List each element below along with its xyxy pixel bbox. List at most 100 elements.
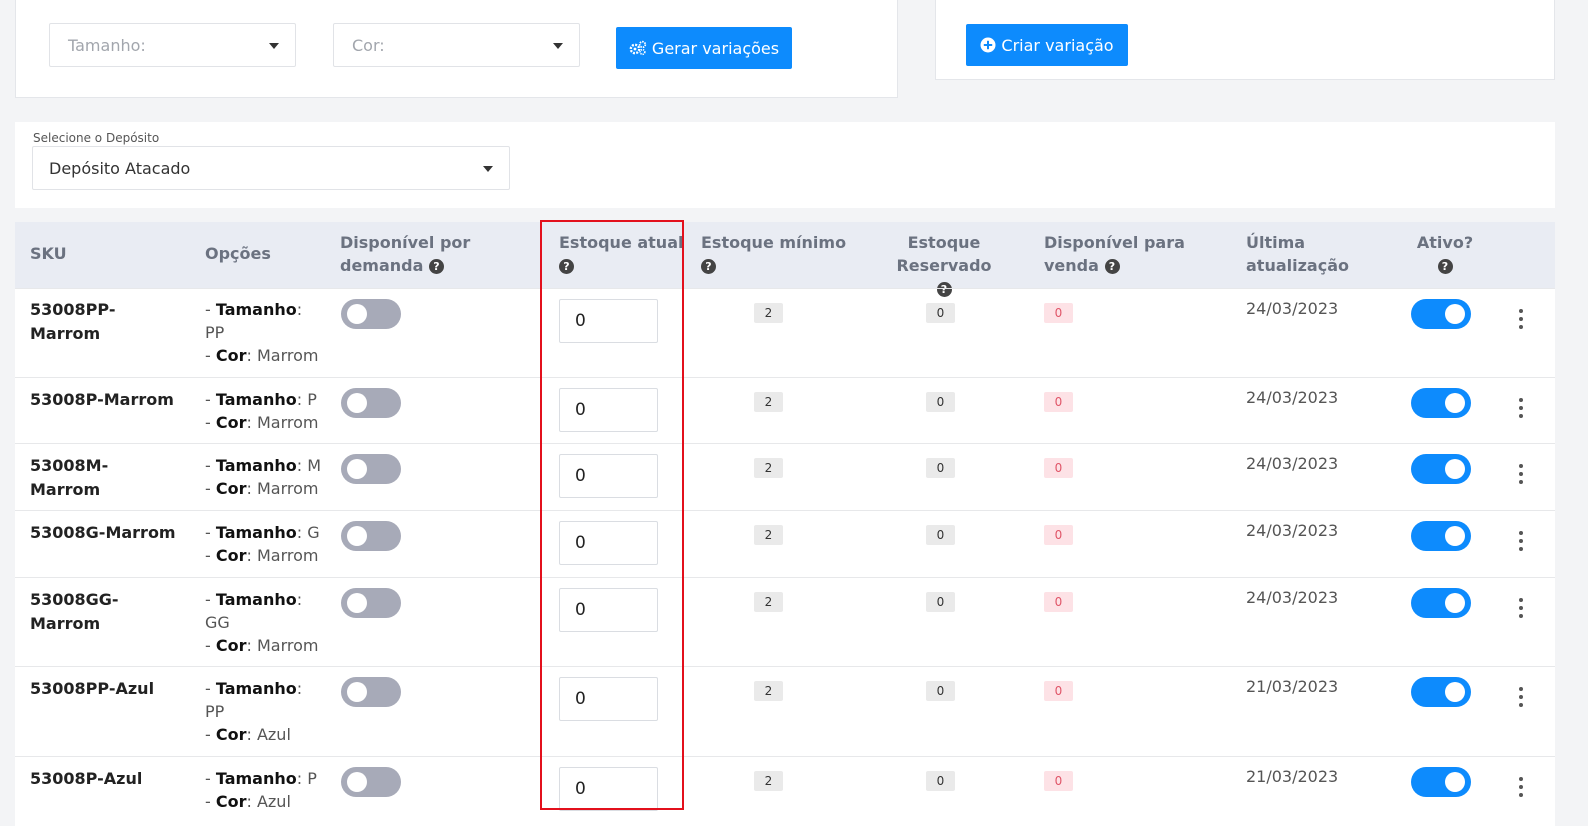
- last-update-date: 24/03/2023: [1246, 454, 1339, 473]
- current-stock-input[interactable]: [559, 521, 658, 565]
- size-select[interactable]: Tamanho:: [49, 23, 296, 67]
- on-demand-toggle[interactable]: [341, 677, 401, 707]
- available-badge: 0: [1044, 681, 1073, 701]
- create-variation-button[interactable]: Criar variação: [966, 24, 1128, 66]
- on-demand-toggle[interactable]: [341, 767, 401, 797]
- options-cell: - Tamanho: P- Cor: Marrom: [205, 390, 319, 432]
- min-stock-badge: 2: [754, 771, 783, 791]
- last-update-date: 24/03/2023: [1246, 521, 1339, 540]
- min-stock-badge: 2: [754, 392, 783, 412]
- min-stock-badge: 2: [754, 681, 783, 701]
- size-select-placeholder: Tamanho:: [68, 36, 146, 55]
- active-toggle[interactable]: [1411, 388, 1471, 418]
- on-demand-toggle[interactable]: [341, 521, 401, 551]
- reserved-stock-badge: 0: [926, 458, 955, 478]
- on-demand-toggle[interactable]: [341, 299, 401, 329]
- more-vertical-icon[interactable]: [1517, 309, 1525, 333]
- min-stock-badge: 2: [754, 525, 783, 545]
- active-toggle[interactable]: [1411, 299, 1471, 329]
- current-stock-input[interactable]: [559, 388, 658, 432]
- header-min-stock: Estoque mínimo ?: [701, 233, 847, 274]
- deposit-select-value: Depósito Atacado: [49, 159, 191, 178]
- deposit-label: Selecione o Depósito: [33, 131, 160, 145]
- options-cell: - Tamanho: PP - Cor: Marrom: [205, 300, 319, 365]
- more-vertical-icon[interactable]: [1517, 464, 1525, 488]
- header-active: Ativo? ?: [1416, 233, 1474, 274]
- reserved-stock-badge: 0: [926, 681, 955, 701]
- options-cell: - Tamanho: M- Cor: Marrom: [205, 456, 322, 498]
- reserved-stock-badge: 0: [926, 392, 955, 412]
- current-stock-input[interactable]: [559, 454, 658, 498]
- caret-down-icon: [553, 43, 563, 49]
- table-row: 53008M- Marrom - Tamanho: M- Cor: Marrom …: [15, 443, 1555, 510]
- create-variation-label: Criar variação: [1001, 35, 1114, 55]
- last-update-date: 24/03/2023: [1246, 588, 1339, 607]
- min-stock-badge: 2: [754, 458, 783, 478]
- sku-cell: 53008P-Azul: [30, 769, 143, 788]
- current-stock-input[interactable]: [559, 677, 658, 721]
- color-select-placeholder: Cor:: [352, 36, 385, 55]
- caret-down-icon: [269, 43, 279, 49]
- header-last-update: Última atualização: [1246, 233, 1349, 275]
- sku-cell: 53008PP- Marrom: [30, 300, 116, 343]
- sku-cell: 53008PP-Azul: [30, 679, 155, 698]
- generate-variations-button[interactable]: Gerar variações: [616, 27, 792, 69]
- current-stock-input[interactable]: [559, 299, 658, 343]
- generate-variations-label: Gerar variações: [651, 38, 780, 58]
- question-circle-icon[interactable]: ?: [701, 259, 716, 274]
- table-row: 53008GG- Marrom - Tamanho: GG - Cor: Marrom…: [15, 577, 1555, 666]
- question-circle-icon[interactable]: ?: [559, 259, 574, 274]
- active-toggle[interactable]: [1411, 677, 1471, 707]
- options-cell: - Tamanho: G- Cor: Marrom: [205, 523, 320, 565]
- table-header: SKU Opções Disponível por demanda ? Esto…: [15, 222, 1555, 297]
- sku-cell: 53008G-Marrom: [30, 523, 176, 542]
- reserved-stock-badge: 0: [926, 771, 955, 791]
- reserved-stock-badge: 0: [926, 303, 955, 323]
- question-circle-icon[interactable]: ?: [1437, 259, 1453, 274]
- active-toggle[interactable]: [1411, 588, 1471, 618]
- table-row: 53008G-Marrom - Tamanho: G- Cor: Marrom …: [15, 510, 1555, 577]
- available-badge: 0: [1044, 525, 1073, 545]
- table-row: 53008PP-Azul - Tamanho:PP- Cor: Azul 2 0…: [15, 666, 1555, 756]
- on-demand-toggle[interactable]: [341, 388, 401, 418]
- current-stock-input[interactable]: [559, 588, 658, 632]
- last-update-date: 21/03/2023: [1246, 677, 1339, 696]
- sku-cell: 53008P-Marrom: [30, 390, 174, 409]
- current-stock-input[interactable]: [559, 767, 658, 811]
- options-cell: - Tamanho: GG - Cor: Marrom: [205, 590, 319, 655]
- available-badge: 0: [1044, 458, 1073, 478]
- more-vertical-icon[interactable]: [1517, 531, 1525, 555]
- active-toggle[interactable]: [1411, 521, 1471, 551]
- last-update-date: 24/03/2023: [1246, 388, 1339, 407]
- table-row: 53008P-Azul - Tamanho: P- Cor: Azul 2 0 …: [15, 756, 1555, 826]
- sku-cell: 53008M- Marrom: [30, 456, 109, 499]
- plus-circle-icon: [980, 37, 996, 53]
- available-badge: 0: [1044, 592, 1073, 612]
- on-demand-toggle[interactable]: [341, 454, 401, 484]
- more-vertical-icon[interactable]: [1517, 398, 1525, 422]
- table-row: 53008P-Marrom - Tamanho: P- Cor: Marrom …: [15, 377, 1555, 443]
- header-on-demand: Disponível por demanda ?: [340, 233, 471, 275]
- caret-down-icon: [483, 166, 493, 172]
- header-sku: SKU: [30, 244, 67, 263]
- options-cell: - Tamanho: P- Cor: Azul: [205, 769, 317, 811]
- table-row: 53008PP- Marrom - Tamanho: PP - Cor: Marrom…: [15, 288, 1555, 377]
- more-vertical-icon[interactable]: [1517, 777, 1525, 801]
- active-toggle[interactable]: [1411, 454, 1471, 484]
- more-vertical-icon[interactable]: [1517, 598, 1525, 622]
- gears-icon: [629, 40, 647, 56]
- available-badge: 0: [1044, 771, 1073, 791]
- question-circle-icon[interactable]: ?: [1104, 259, 1120, 274]
- header-current-stock: Estoque atual ?: [559, 233, 684, 274]
- min-stock-badge: 2: [754, 592, 783, 612]
- question-circle-icon[interactable]: ?: [429, 259, 444, 274]
- more-vertical-icon[interactable]: [1517, 687, 1525, 711]
- on-demand-toggle[interactable]: [341, 588, 401, 618]
- color-select[interactable]: Cor:: [333, 23, 580, 67]
- active-toggle[interactable]: [1411, 767, 1471, 797]
- available-badge: 0: [1044, 392, 1073, 412]
- reserved-stock-badge: 0: [926, 592, 955, 612]
- deposit-select[interactable]: Depósito Atacado: [32, 146, 510, 190]
- header-options: Opções: [205, 244, 271, 263]
- min-stock-badge: 2: [754, 303, 783, 323]
